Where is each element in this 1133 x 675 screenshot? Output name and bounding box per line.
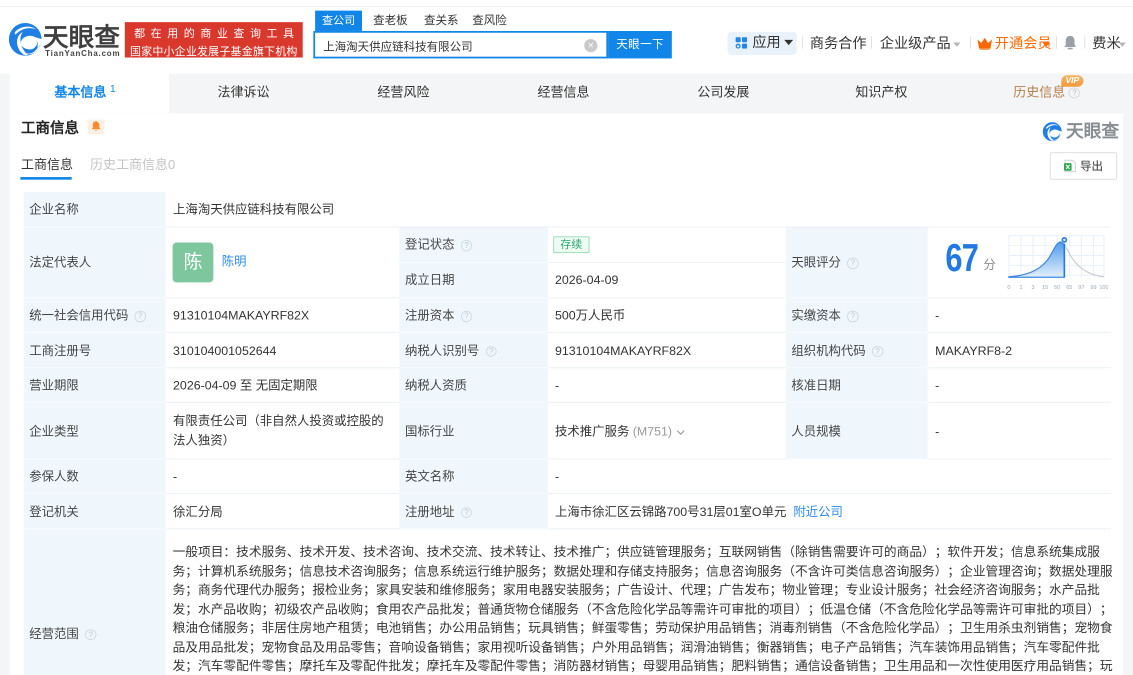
svg-text:0: 0 [1008,285,1011,291]
svg-text:99: 99 [1091,285,1097,291]
svg-text:3: 3 [1032,285,1035,291]
svg-text:50: 50 [1055,285,1061,291]
svg-text:65: 65 [1067,285,1073,291]
svg-text:15: 15 [1042,285,1048,291]
svg-text:97: 97 [1079,285,1085,291]
svg-text:1: 1 [1020,285,1023,291]
svg-text:100: 100 [1100,285,1109,291]
